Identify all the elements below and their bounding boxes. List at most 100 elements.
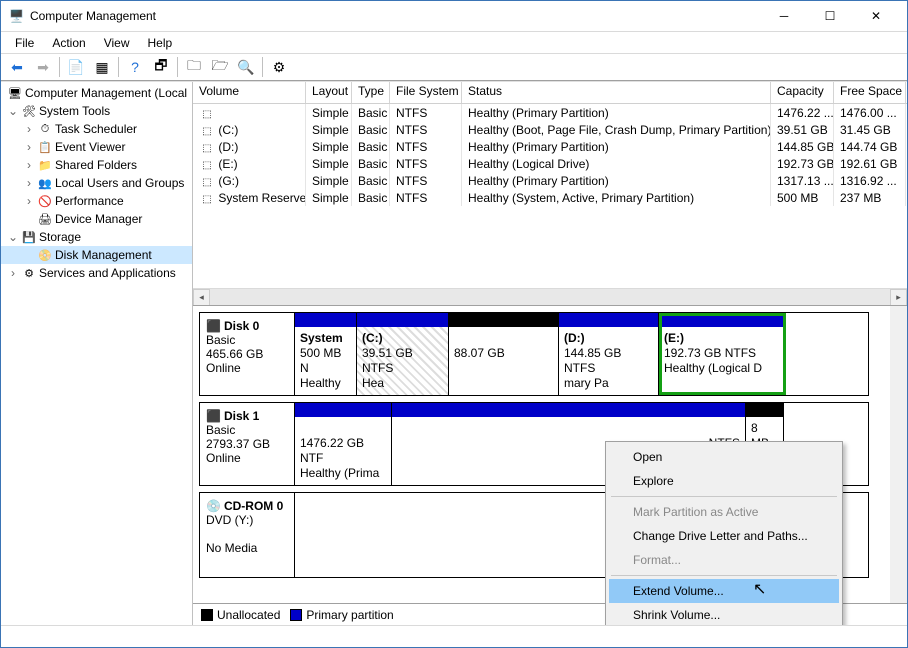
tree-disk-management[interactable]: 📀Disk Management: [1, 246, 192, 264]
menu-change-drive-letter[interactable]: Change Drive Letter and Paths...: [609, 524, 839, 548]
properties-icon[interactable]: ▦: [90, 55, 114, 79]
partition-disk1-p1[interactable]: 1476.22 GB NTFHealthy (Prima: [295, 403, 392, 485]
event-icon: 📋: [37, 139, 53, 155]
close-button[interactable]: ✕: [853, 2, 899, 30]
volume-icon: ⬚: [199, 143, 215, 154]
users-icon: 👥: [37, 175, 53, 191]
partition-e[interactable]: (E:)192.73 GB NTFSHealthy (Logical D: [659, 313, 786, 395]
disk-icon: ⬛: [206, 319, 221, 333]
tree-shared-folders[interactable]: ›📁Shared Folders: [1, 156, 192, 174]
menu-extend-volume[interactable]: Extend Volume...: [609, 579, 839, 603]
disk-0-row: ⬛Disk 0 Basic 465.66 GB Online System500…: [199, 312, 869, 396]
tree-event-viewer[interactable]: ›📋Event Viewer: [1, 138, 192, 156]
expand-icon[interactable]: ⌄: [7, 104, 19, 118]
find-icon[interactable]: 🔍: [234, 55, 258, 79]
volume-icon: ⬚: [199, 126, 215, 137]
disk-0-info[interactable]: ⬛Disk 0 Basic 465.66 GB Online: [200, 313, 295, 395]
col-type[interactable]: Type: [352, 82, 390, 103]
tree-local-users[interactable]: ›👥Local Users and Groups: [1, 174, 192, 192]
tree-device-manager[interactable]: 🖨Device Manager: [1, 210, 192, 228]
col-status[interactable]: Status: [462, 82, 771, 103]
app-icon: 🖥️: [9, 9, 24, 23]
tree-performance[interactable]: ›🚫Performance: [1, 192, 192, 210]
folder-icon: 📁: [37, 157, 53, 173]
col-layout[interactable]: Layout: [306, 82, 352, 103]
vertical-scrollbar[interactable]: [890, 306, 907, 603]
volume-row[interactable]: ⬚ SimpleBasicNTFSHealthy (Primary Partit…: [193, 104, 907, 121]
expand-icon[interactable]: ›: [23, 122, 35, 136]
expand-icon[interactable]: ›: [23, 158, 35, 172]
legend-unallocated-icon: [201, 609, 213, 621]
forward-button[interactable]: ➡: [31, 55, 55, 79]
col-volume[interactable]: Volume: [193, 82, 306, 103]
settings-icon[interactable]: ⚙: [267, 55, 291, 79]
window-title: Computer Management: [30, 9, 156, 23]
tree-task-scheduler[interactable]: ›⏱Task Scheduler: [1, 120, 192, 138]
cd-icon: 💿: [206, 499, 221, 513]
expand-icon[interactable]: ⌄: [7, 230, 19, 244]
refresh-icon[interactable]: 🗗: [149, 55, 173, 79]
context-menu: Open Explore Mark Partition as Active Ch…: [605, 441, 843, 625]
volume-list-header[interactable]: Volume Layout Type File System Status Ca…: [193, 82, 907, 104]
status-bar: [1, 625, 907, 647]
volume-row[interactable]: ⬚ (G:)SimpleBasicNTFSHealthy (Primary Pa…: [193, 172, 907, 189]
perf-icon: 🚫: [37, 193, 53, 209]
details-pane: Volume Layout Type File System Status Ca…: [193, 82, 907, 625]
volume-icon: ⬚: [199, 194, 215, 205]
up-icon[interactable]: 📄: [64, 55, 88, 79]
partition-unallocated[interactable]: 88.07 GB: [449, 313, 559, 395]
menu-help[interactable]: Help: [140, 34, 181, 51]
maximize-button[interactable]: ☐: [807, 2, 853, 30]
menu-mark-active: Mark Partition as Active: [609, 500, 839, 524]
computer-icon: 🖥: [7, 85, 23, 101]
tree-root[interactable]: 🖥Computer Management (Local: [1, 84, 192, 102]
volume-row[interactable]: ⬚ System ReservedSimpleBasicNTFSHealthy …: [193, 189, 907, 206]
action-icon[interactable]: 🗀: [182, 55, 206, 79]
navigation-tree[interactable]: 🖥Computer Management (Local ⌄🛠System Too…: [1, 82, 193, 625]
volume-icon: ⬚: [199, 160, 215, 171]
partition-c[interactable]: (C:)39.51 GB NTFSHea: [357, 313, 449, 395]
disk-icon: ⬛: [206, 409, 221, 423]
disk-icon: 📀: [37, 247, 53, 263]
menu-shrink-volume[interactable]: Shrink Volume...: [609, 603, 839, 625]
expand-icon[interactable]: ›: [23, 140, 35, 154]
help-icon[interactable]: ?: [123, 55, 147, 79]
tree-services[interactable]: ›⚙Services and Applications: [1, 264, 192, 282]
clock-icon: ⏱: [37, 121, 53, 137]
volume-list[interactable]: ⬚ SimpleBasicNTFSHealthy (Primary Partit…: [193, 104, 907, 288]
volume-row[interactable]: ⬚ (C:)SimpleBasicNTFSHealthy (Boot, Page…: [193, 121, 907, 138]
expand-icon[interactable]: ›: [7, 266, 19, 280]
menu-open[interactable]: Open: [609, 445, 839, 469]
scroll-right-icon[interactable]: ▸: [890, 289, 907, 306]
scroll-left-icon[interactable]: ◂: [193, 289, 210, 306]
volume-icon: ⬚: [199, 109, 215, 120]
partition-d[interactable]: (D:)144.85 GB NTFSmary Pa: [559, 313, 659, 395]
minimize-button[interactable]: ─: [761, 2, 807, 30]
expand-icon[interactable]: ›: [23, 176, 35, 190]
col-capacity[interactable]: Capacity: [771, 82, 834, 103]
volume-icon: ⬚: [199, 177, 215, 188]
menu-view[interactable]: View: [96, 34, 138, 51]
menu-explore[interactable]: Explore: [609, 469, 839, 493]
col-filesystem[interactable]: File System: [390, 82, 462, 103]
menu-file[interactable]: File: [7, 34, 42, 51]
cursor-icon: ↖: [753, 579, 766, 599]
horizontal-scrollbar[interactable]: ◂ ▸: [193, 288, 907, 305]
expand-icon[interactable]: ›: [23, 194, 35, 208]
action2-icon[interactable]: 🗁: [208, 55, 232, 79]
cdrom-info[interactable]: 💿CD-ROM 0 DVD (Y:) No Media: [200, 493, 295, 577]
disk-1-info[interactable]: ⬛Disk 1 Basic 2793.37 GB Online: [200, 403, 295, 485]
menu-action[interactable]: Action: [44, 34, 93, 51]
tree-storage[interactable]: ⌄💾Storage: [1, 228, 192, 246]
col-freespace[interactable]: Free Space: [834, 82, 906, 103]
back-button[interactable]: ⬅: [5, 55, 29, 79]
menu-format: Format...: [609, 548, 839, 572]
volume-row[interactable]: ⬚ (D:)SimpleBasicNTFSHealthy (Primary Pa…: [193, 138, 907, 155]
tools-icon: 🛠: [21, 103, 37, 119]
volume-row[interactable]: ⬚ (E:)SimpleBasicNTFSHealthy (Logical Dr…: [193, 155, 907, 172]
tree-system-tools[interactable]: ⌄🛠System Tools: [1, 102, 192, 120]
titlebar[interactable]: 🖥️ Computer Management ─ ☐ ✕: [1, 1, 907, 31]
services-icon: ⚙: [21, 265, 37, 281]
storage-icon: 💾: [21, 229, 37, 245]
partition-system[interactable]: System500 MB NHealthy: [295, 313, 357, 395]
